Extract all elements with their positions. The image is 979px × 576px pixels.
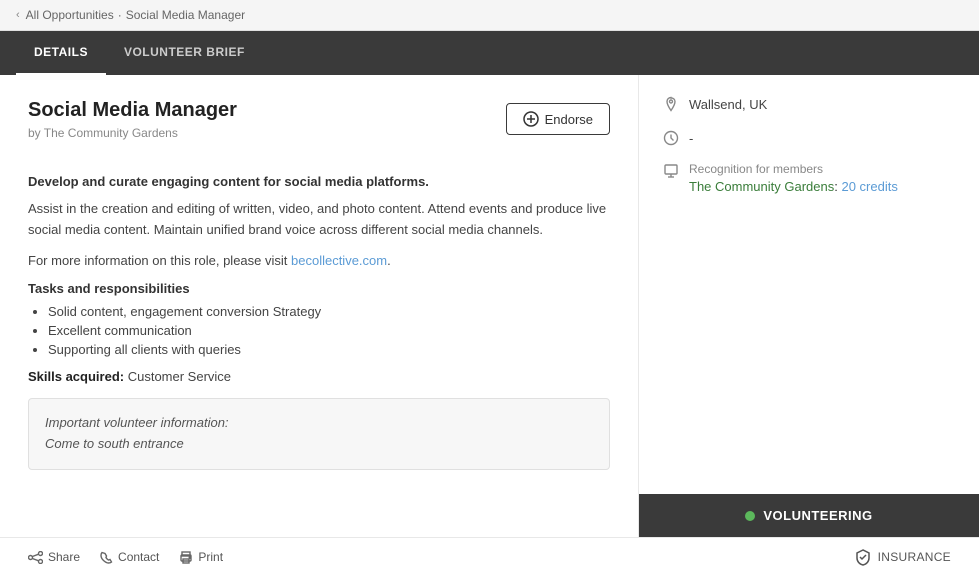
recognition-meta: Recognition for members The Community Ga… <box>663 162 955 194</box>
endorse-button[interactable]: Endorse <box>506 103 610 135</box>
print-icon <box>179 551 193 564</box>
recognition-text: Recognition for members The Community Ga… <box>689 162 898 194</box>
recognition-value: The Community Gardens: 20 credits <box>689 179 898 194</box>
recognition-icon <box>663 163 679 179</box>
time-meta: - <box>663 129 955 149</box>
footer-actions: Share Contact Print INSURANCE <box>0 537 979 576</box>
footer-left: Share Contact Print <box>28 550 223 564</box>
breadcrumb-link[interactable]: All Opportunities <box>26 8 114 22</box>
location-text: Wallsend, UK <box>689 95 767 115</box>
description-bold: Develop and curate engaging content for … <box>28 174 610 189</box>
job-title: Social Media Manager <box>28 99 237 122</box>
print-action[interactable]: Print <box>179 550 223 564</box>
insurance-section: INSURANCE <box>854 548 951 566</box>
volunteer-info-box: Important volunteer information: Come to… <box>28 398 610 470</box>
task-list: Solid content, engagement conversion Str… <box>28 304 610 357</box>
location-meta: Wallsend, UK <box>663 95 955 115</box>
insurance-icon <box>854 548 872 566</box>
header-row: Social Media Manager by The Community Ga… <box>28 99 610 158</box>
tasks-heading: Tasks and responsibilities <box>28 281 610 296</box>
main-content: Social Media Manager by The Community Ga… <box>0 75 979 537</box>
chevron-left-icon: ‹ <box>16 9 20 21</box>
task-item: Solid content, engagement conversion Str… <box>48 304 610 319</box>
volunteering-button[interactable]: VOLUNTEERING <box>639 494 979 537</box>
phone-icon <box>100 551 113 564</box>
skills-line: Skills acquired: Customer Service <box>28 369 610 384</box>
location-icon <box>663 96 679 112</box>
breadcrumb: ‹ All Opportunities · Social Media Manag… <box>0 0 979 31</box>
task-item: Excellent communication <box>48 323 610 338</box>
breadcrumb-separator: · <box>118 8 122 22</box>
share-icon <box>28 551 43 564</box>
share-action[interactable]: Share <box>28 550 80 564</box>
job-org: by The Community Gardens <box>28 126 237 140</box>
tabs-bar: Details Volunteer Brief <box>0 31 979 75</box>
left-panel: Social Media Manager by The Community Ga… <box>0 75 639 537</box>
circle-plus-icon <box>523 111 539 127</box>
right-panel: Wallsend, UK - Recognition for members T… <box>639 75 979 537</box>
description-para1: Assist in the creation and editing of wr… <box>28 199 610 241</box>
time-text: - <box>689 129 693 149</box>
breadcrumb-current: Social Media Manager <box>126 8 245 22</box>
task-item: Supporting all clients with queries <box>48 342 610 357</box>
tab-details[interactable]: Details <box>16 31 106 75</box>
becollective-link[interactable]: becollective.com <box>291 253 387 268</box>
contact-action[interactable]: Contact <box>100 550 159 564</box>
job-header: Social Media Manager by The Community Ga… <box>28 99 237 158</box>
tab-volunteer-brief[interactable]: Volunteer Brief <box>106 31 263 75</box>
description-para2: For more information on this role, pleas… <box>28 251 610 272</box>
green-dot-icon <box>745 511 755 521</box>
clock-icon <box>663 130 679 146</box>
